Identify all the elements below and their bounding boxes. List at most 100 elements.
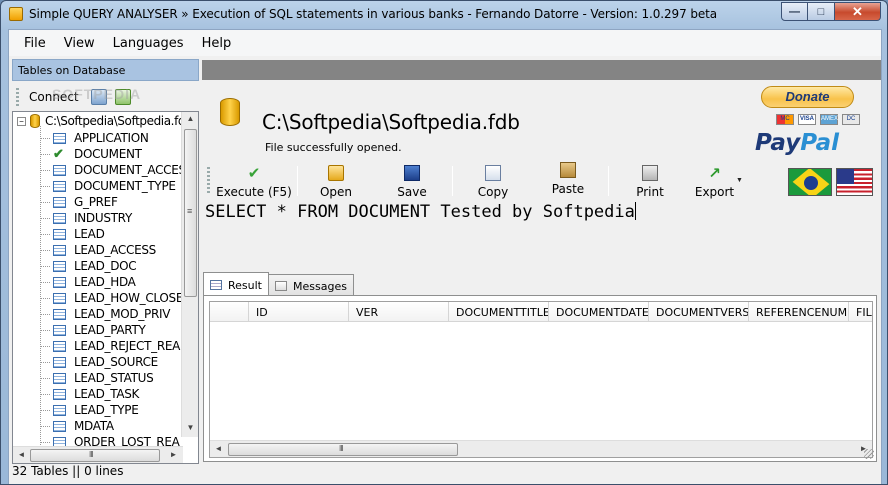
row-selector-header[interactable]: [210, 302, 249, 322]
table-name: MDATA: [74, 419, 114, 433]
table-name: LEAD_TYPE: [74, 403, 139, 417]
table-item[interactable]: ✔ DOCUMENT: [40, 146, 186, 162]
check-icon: ✔: [53, 146, 64, 161]
table-name: LEAD_REJECT_REA: [74, 339, 181, 353]
execute-button[interactable]: ✔ Execute (F5): [215, 163, 293, 201]
table-item[interactable]: DOCUMENT_ACCES: [40, 162, 186, 178]
brazil-flag-icon[interactable]: [788, 168, 832, 196]
tab-result[interactable]: Result: [203, 272, 269, 295]
save-button[interactable]: Save: [391, 163, 433, 201]
column-header[interactable]: VER: [349, 302, 449, 322]
grid-header: ID VER DOCUMENTTITLE DOCUMENTDATE DOCUMENTVE…: [210, 302, 872, 322]
tab-messages[interactable]: Messages: [268, 274, 354, 295]
client-area: File View Languages Help Tables on Datab…: [8, 29, 882, 484]
table-icon: [53, 308, 66, 320]
h-scroll-grip-icon: III: [89, 450, 94, 459]
table-item[interactable]: LEAD_TASK: [40, 386, 186, 402]
table-item[interactable]: DOCUMENT_TYPE: [40, 178, 186, 194]
results-tabs: Result Messages: [203, 272, 354, 296]
scroll-up-icon[interactable]: ▲: [182, 114, 198, 123]
scroll-right-icon[interactable]: ►: [165, 450, 182, 459]
table-item[interactable]: APPLICATION: [40, 130, 186, 146]
table-item[interactable]: LEAD_PARTY: [40, 322, 186, 338]
table-item[interactable]: LEAD_TYPE: [40, 402, 186, 418]
database-icon-large: [220, 98, 240, 126]
refresh-icon[interactable]: [114, 89, 131, 105]
scroll-left-icon[interactable]: ◄: [13, 450, 30, 459]
toolbar-grip[interactable]: [16, 88, 19, 106]
menu-file[interactable]: File: [15, 36, 55, 51]
resize-grip-icon[interactable]: [864, 449, 874, 459]
tree-root-label: C:\Softpedia\Softpedia.fdb: [45, 114, 193, 128]
column-header[interactable]: DOCUMENTVERS: [649, 302, 749, 322]
export-arrow-icon: ↗: [708, 164, 721, 182]
column-header[interactable]: DOCUMENTTITLE: [449, 302, 549, 322]
tree-root[interactable]: − C:\Softpedia\Softpedia.fdb: [17, 114, 193, 128]
table-item[interactable]: LEAD_STATUS: [40, 370, 186, 386]
mastercard-icon: MC: [776, 114, 794, 125]
close-button[interactable]: ✕: [835, 2, 881, 21]
table-name: LEAD_MOD_PRIV: [74, 307, 171, 321]
open-button[interactable]: Open: [315, 163, 357, 201]
table-item[interactable]: LEAD_ACCESS: [40, 242, 186, 258]
table-item[interactable]: MDATA: [40, 418, 186, 434]
app-icon: [9, 7, 23, 21]
column-header[interactable]: REFERENCENUM: [749, 302, 849, 322]
export-button[interactable]: ↗ Export: [692, 163, 737, 201]
menu-bar: File View Languages Help: [9, 30, 881, 56]
tables-tree[interactable]: − C:\Softpedia\Softpedia.fdb APPLICATION…: [12, 111, 199, 464]
tables-list: APPLICATION ✔ DOCUMENT DOCUMENT_ACCES DOCUME…: [40, 130, 186, 450]
results-grid[interactable]: ID VER DOCUMENTTITLE DOCUMENTDATE DOCUMENTVE…: [209, 301, 873, 458]
tree-vertical-scrollbar[interactable]: ▲ ≡ ▼: [181, 112, 198, 437]
visa-icon: VISA: [798, 114, 816, 125]
text-cursor: [634, 202, 636, 220]
table-item[interactable]: LEAD_SOURCE: [40, 354, 186, 370]
database-icon: [30, 114, 40, 128]
usa-flag-icon[interactable]: [836, 168, 873, 196]
minimize-button[interactable]: —: [781, 2, 808, 21]
menu-help[interactable]: Help: [193, 36, 241, 51]
export-dropdown-icon[interactable]: ▼: [736, 177, 743, 184]
database-settings-icon[interactable]: [90, 89, 107, 105]
toolbar-grip[interactable]: [207, 167, 210, 195]
scroll-down-icon[interactable]: ▼: [182, 423, 198, 432]
database-status: File successfully opened.: [265, 141, 402, 154]
table-item[interactable]: G_PREF: [40, 194, 186, 210]
table-item[interactable]: LEAD_REJECT_REA: [40, 338, 186, 354]
column-header[interactable]: ID: [249, 302, 349, 322]
donate-button[interactable]: Donate: [761, 86, 854, 108]
paypal-logo: PayPal: [755, 130, 839, 156]
table-item[interactable]: INDUSTRY: [40, 210, 186, 226]
grid-scroll-left-icon[interactable]: ◄: [210, 444, 227, 453]
paste-button[interactable]: Paste: [548, 160, 588, 198]
column-header[interactable]: FIL: [849, 302, 872, 322]
menu-view[interactable]: View: [55, 36, 104, 51]
sql-text: SELECT * FROM DOCUMENT Tested by Softped…: [205, 202, 635, 222]
table-item[interactable]: LEAD_HDA: [40, 274, 186, 290]
table-icon: [53, 420, 66, 432]
table-item[interactable]: LEAD_MOD_PRIV: [40, 306, 186, 322]
table-item[interactable]: LEAD: [40, 226, 186, 242]
column-header[interactable]: DOCUMENTDATE: [549, 302, 649, 322]
table-icon: [53, 356, 66, 368]
printer-icon: [642, 165, 658, 181]
menu-languages[interactable]: Languages: [104, 36, 193, 51]
panel-caption-bar: [202, 60, 881, 80]
print-button[interactable]: Print: [630, 163, 670, 201]
grid-scroll-thumb[interactable]: III: [228, 443, 458, 456]
grid-horizontal-scrollbar[interactable]: ◄ III ►: [210, 440, 872, 457]
h-scroll-thumb[interactable]: III: [30, 449, 160, 462]
scroll-thumb[interactable]: ≡: [184, 129, 197, 297]
table-icon: [53, 228, 66, 240]
title-bar[interactable]: Simple QUERY ANALYSER » Execution of SQL…: [1, 1, 887, 29]
copy-button[interactable]: Copy: [473, 163, 513, 201]
grid-icon: [210, 280, 222, 290]
maximize-button[interactable]: □: [808, 2, 835, 21]
tree-horizontal-scrollbar[interactable]: ◄ III ►: [13, 446, 183, 463]
table-icon: [53, 244, 66, 256]
table-item[interactable]: LEAD_DOC: [40, 258, 186, 274]
connect-button[interactable]: Connect: [29, 90, 79, 104]
collapse-icon[interactable]: −: [17, 116, 26, 126]
table-item[interactable]: LEAD_HOW_CLOSE: [40, 290, 186, 306]
sql-editor[interactable]: SELECT * FROM DOCUMENT Tested by Softped…: [202, 201, 881, 267]
